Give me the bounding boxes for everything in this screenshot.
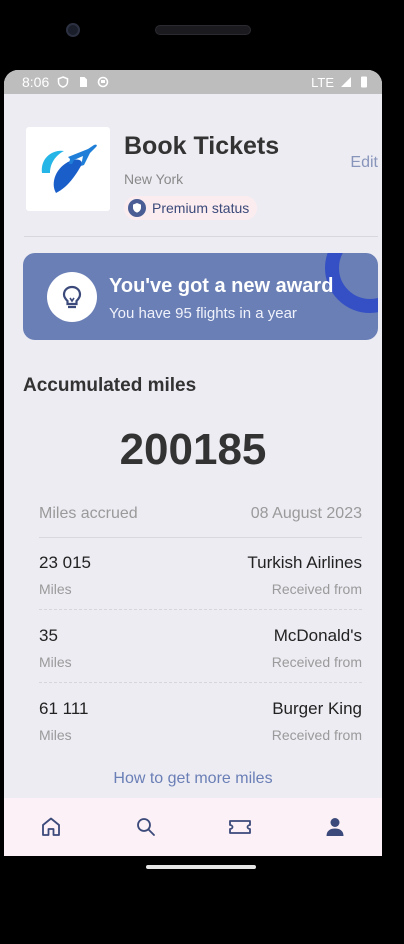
nav-home[interactable] bbox=[27, 807, 75, 847]
sync-icon bbox=[97, 76, 109, 88]
received-from: Received from bbox=[271, 727, 362, 743]
company-name: McDonald's bbox=[273, 626, 362, 645]
miles-header-label: Miles accrued bbox=[39, 505, 138, 522]
app-title: Book Tickets bbox=[124, 132, 280, 160]
profile-icon bbox=[326, 818, 344, 836]
nav-search[interactable] bbox=[122, 807, 170, 847]
network-label: LTE bbox=[311, 74, 334, 90]
award-subtitle: You have 95 flights in a year bbox=[109, 305, 297, 322]
miles-unit: Miles bbox=[39, 654, 72, 670]
sim-icon bbox=[80, 77, 88, 87]
list-divider bbox=[39, 537, 362, 538]
app-logo bbox=[26, 127, 110, 211]
edit-button[interactable]: Edit bbox=[350, 154, 378, 172]
badge-label: Premium status bbox=[152, 200, 250, 216]
received-from: Received from bbox=[271, 581, 362, 597]
premium-status-badge: Premium status bbox=[124, 196, 258, 220]
miles-amount: 35 bbox=[39, 626, 58, 645]
home-indicator bbox=[146, 865, 256, 869]
signal-icon bbox=[341, 77, 351, 87]
miles-amount: 23 015 bbox=[39, 553, 91, 572]
earpiece-speaker bbox=[155, 25, 251, 35]
miles-unit: Miles bbox=[39, 581, 72, 597]
miles-unit: Miles bbox=[39, 727, 72, 743]
status-bar: 8:06 LTE bbox=[4, 70, 382, 94]
company-name: Burger King bbox=[272, 699, 362, 718]
received-from: Received from bbox=[271, 654, 362, 670]
dashed-divider bbox=[39, 609, 362, 610]
shield-status-icon bbox=[58, 76, 69, 88]
app-screen: 8:06 LTE Book Tickets New York Premium s… bbox=[4, 70, 382, 856]
nav-tickets[interactable] bbox=[216, 807, 264, 847]
list-item: 61 111 Miles Burger King Received from bbox=[39, 699, 362, 759]
list-item: 35 Miles McDonald's Received from bbox=[39, 626, 362, 686]
total-miles: 200185 bbox=[119, 425, 267, 474]
shield-icon bbox=[128, 199, 146, 217]
header-divider bbox=[24, 236, 378, 237]
lightbulb-icon bbox=[62, 285, 82, 309]
profile-header: Book Tickets New York Premium status Edi… bbox=[4, 94, 382, 236]
miles-header-row: Miles accrued 08 August 2023 bbox=[39, 505, 362, 523]
user-city: New York bbox=[124, 171, 184, 187]
company-name: Turkish Airlines bbox=[247, 553, 362, 572]
list-item: 23 015 Miles Turkish Airlines Received f… bbox=[39, 553, 362, 613]
status-time: 8:06 bbox=[22, 74, 50, 90]
miles-amount: 61 111 bbox=[39, 699, 89, 718]
front-camera bbox=[66, 23, 80, 37]
miles-header-date: 08 August 2023 bbox=[250, 505, 362, 522]
search-icon bbox=[136, 818, 155, 836]
battery-icon bbox=[361, 76, 367, 88]
more-miles-link[interactable]: How to get more miles bbox=[4, 770, 382, 788]
award-icon-circle bbox=[47, 272, 97, 322]
home-icon bbox=[42, 817, 61, 836]
section-title: Accumulated miles bbox=[23, 375, 197, 396]
nav-profile[interactable] bbox=[311, 807, 359, 847]
award-title: You've got a new award bbox=[109, 275, 334, 297]
phone-device: 8:06 LTE Book Tickets New York Premium s… bbox=[0, 0, 404, 944]
bottom-navigation bbox=[4, 798, 382, 856]
airplane-logo-icon bbox=[41, 144, 97, 193]
award-banner[interactable]: You've got a new award You have 95 fligh… bbox=[23, 253, 378, 340]
ticket-icon bbox=[229, 820, 252, 834]
dashed-divider bbox=[39, 682, 362, 683]
